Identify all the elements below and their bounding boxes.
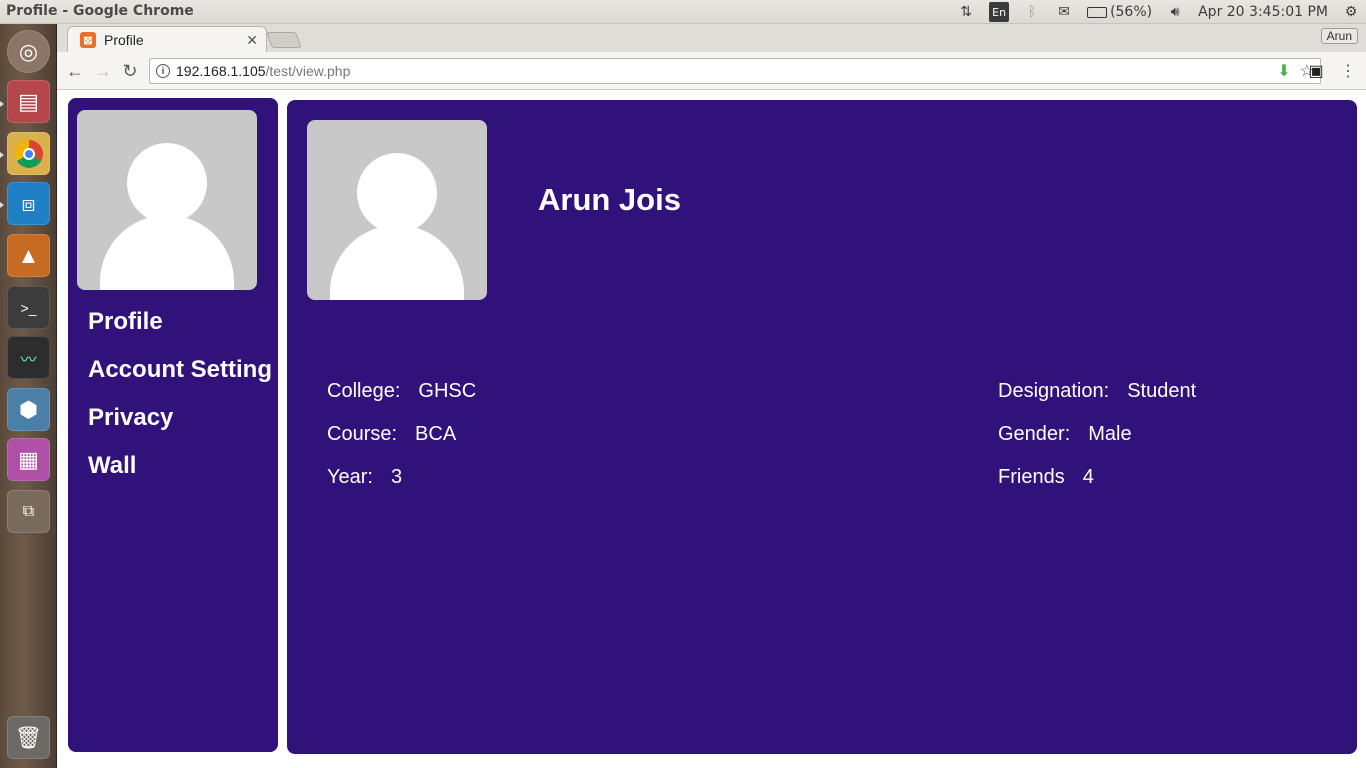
page-content: Profile Account Setting Privacy Wall Aru… <box>57 90 1366 768</box>
battery-percent: (56%) <box>1110 4 1153 20</box>
info-gender: Gender: Male <box>998 423 1132 446</box>
sidebar-link-wall[interactable]: Wall <box>88 452 136 480</box>
address-bar[interactable]: i 192.168.1.105/test/view.php ☆ <box>149 58 1321 84</box>
virtualbox-icon[interactable]: ⬢ <box>7 388 50 431</box>
info-value: GHSC <box>418 380 477 402</box>
launcher: ◎ ▤ ⧈ ▲ >_ 〰 ⬢ ▦ ⧉ 🗑︎ <box>0 24 57 768</box>
forward-arrow-icon[interactable]: → <box>93 61 113 81</box>
profile-name: Arun Jois <box>538 182 681 217</box>
sidebar-link-account-setting[interactable]: Account Setting <box>88 356 272 384</box>
profile-main-panel: Arun Jois College: GHSC Course: BCA Year: 3… <box>287 100 1357 754</box>
reload-icon[interactable]: ↻ <box>120 61 140 81</box>
info-label: College: <box>327 380 401 402</box>
info-label: Gender: <box>998 423 1071 445</box>
profile-avatar <box>307 120 487 300</box>
info-year: Year: 3 <box>327 466 402 489</box>
sidebar-link-privacy[interactable]: Privacy <box>88 404 173 432</box>
info-college: College: GHSC <box>327 380 476 403</box>
info-course: Course: BCA <box>327 423 456 446</box>
browser-toolbar: ← → ↻ i 192.168.1.105/test/view.php ☆ ⬇ … <box>57 52 1366 90</box>
tab-bar: ⊠ Profile ✕ Arun <box>57 24 1366 53</box>
battery-indicator[interactable]: (56%) <box>1087 2 1152 22</box>
files-icon[interactable]: ▤ <box>7 80 50 123</box>
clock[interactable]: Apr 20 3:45:01 PM <box>1198 2 1328 22</box>
network-icon[interactable]: ⇅ <box>957 2 975 22</box>
info-designation: Designation: Student <box>998 380 1196 403</box>
info-value: 4 <box>1082 466 1094 488</box>
chrome-icon[interactable] <box>7 132 50 175</box>
info-value: 3 <box>390 466 403 488</box>
mail-icon[interactable]: ✉ <box>1055 2 1073 22</box>
system-monitor-icon[interactable]: 〰 <box>7 336 50 379</box>
info-value: BCA <box>415 423 457 445</box>
back-arrow-icon[interactable]: ← <box>65 61 85 81</box>
menu-kebab-icon[interactable]: ⋮ <box>1338 61 1358 81</box>
show-desktop-icon[interactable]: ⧉ <box>7 490 50 533</box>
terminal-icon[interactable]: >_ <box>7 286 50 329</box>
volume-icon[interactable]: 🔊︎ <box>1166 2 1184 22</box>
xampp-favicon-icon: ⊠ <box>80 32 96 48</box>
extension-icon[interactable]: ▣ <box>1306 61 1326 81</box>
profile-button[interactable]: Arun <box>1320 28 1358 44</box>
battery-icon <box>1087 6 1108 18</box>
tab-title: Profile <box>104 32 144 48</box>
url-path: /test/view.php <box>265 63 351 79</box>
top-panel: Profile - Google Chrome ⇅ En ᛒ ✉ (56%) 🔊… <box>0 0 1366 24</box>
info-label: Friends <box>998 466 1065 488</box>
tab-profile[interactable]: ⊠ Profile ✕ <box>67 26 267 53</box>
editor-app-icon[interactable]: ⧈ <box>7 182 50 225</box>
window-title: Profile - Google Chrome <box>6 3 194 19</box>
workspace-switcher-icon[interactable]: ▦ <box>7 438 50 481</box>
sidebar-avatar <box>77 110 257 290</box>
launcher-running-indicator <box>0 101 4 107</box>
profile-sidebar: Profile Account Setting Privacy Wall <box>68 98 278 752</box>
download-extension-icon[interactable]: ⬇ <box>1274 61 1294 81</box>
tab-close-icon[interactable]: ✕ <box>246 32 258 49</box>
site-info-icon[interactable]: i <box>156 64 170 78</box>
info-label: Course: <box>327 423 398 445</box>
info-label: Designation: <box>998 380 1110 402</box>
system-tray: ⇅ En ᛒ ✉ (56%) 🔊︎ Apr 20 3:45:01 PM ⚙ <box>957 0 1360 24</box>
launcher-running-indicator <box>0 202 4 208</box>
info-label: Year: <box>327 466 373 488</box>
info-friends: Friends 4 <box>998 466 1094 489</box>
info-value: Student <box>1127 380 1197 402</box>
new-tab-button[interactable] <box>266 32 302 48</box>
vlc-icon[interactable]: ▲ <box>7 234 50 277</box>
settings-gear-icon[interactable]: ⚙ <box>1342 2 1360 22</box>
ubuntu-dash-icon[interactable]: ◎ <box>7 30 50 73</box>
keyboard-language-indicator[interactable]: En <box>989 2 1010 22</box>
url-host: 192.168.1.105 <box>176 63 266 79</box>
bluetooth-icon[interactable]: ᛒ <box>1023 2 1041 22</box>
info-value: Male <box>1088 423 1132 445</box>
trash-icon[interactable]: 🗑︎ <box>7 716 50 759</box>
launcher-running-indicator <box>0 152 4 158</box>
sidebar-link-profile[interactable]: Profile <box>88 308 163 336</box>
